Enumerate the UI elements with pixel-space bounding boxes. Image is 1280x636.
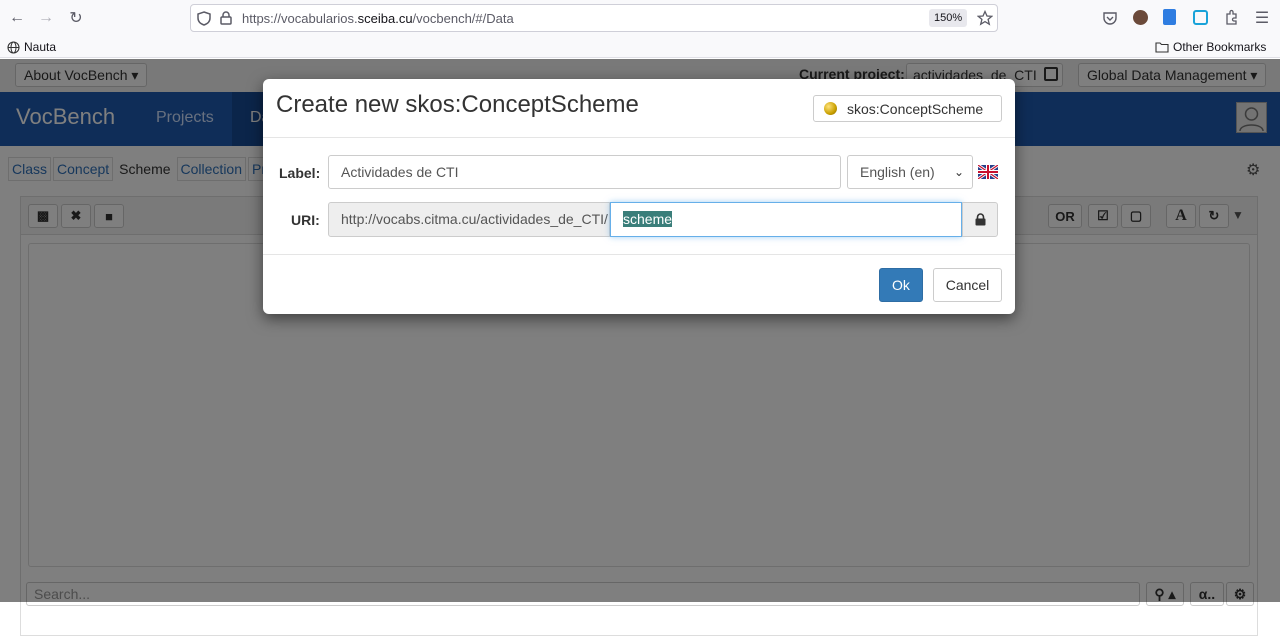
address-bar[interactable]: https://vocabularios.sceiba.cu/vocbench/… xyxy=(190,4,998,32)
bookmark-star-icon[interactable] xyxy=(977,10,993,26)
extensions-puzzle-icon[interactable] xyxy=(1224,9,1240,26)
chevron-down-icon: ⌄ xyxy=(953,165,964,179)
extension-avatar-icon[interactable] xyxy=(1133,10,1148,25)
url-text[interactable]: https://vocabularios.sceiba.cu/vocbench/… xyxy=(242,11,514,26)
folder-icon xyxy=(1155,42,1169,53)
modal-header: Create new skos:ConceptScheme skos:Conce… xyxy=(263,79,1015,138)
uri-local-name-selection: scheme xyxy=(623,211,673,227)
class-type-badge[interactable]: skos:ConceptScheme xyxy=(813,95,1002,122)
language-select[interactable]: English (en) ⌄ xyxy=(847,155,973,189)
lock-icon xyxy=(975,213,985,226)
hamburger-menu-icon[interactable]: ☰ xyxy=(1250,6,1274,30)
forward-arrow-icon[interactable]: → xyxy=(34,6,58,30)
bookmark-label: Other Bookmarks xyxy=(1173,40,1267,54)
class-type-label: skos:ConceptScheme xyxy=(847,100,984,117)
other-bookmarks[interactable]: Other Bookmarks xyxy=(1155,40,1266,54)
bookmark-nauta[interactable]: Nauta xyxy=(7,40,56,54)
class-ball-icon xyxy=(824,102,837,115)
uk-flag-icon xyxy=(978,165,998,179)
create-concept-scheme-modal: Create new skos:ConceptScheme skos:Conce… xyxy=(263,79,1015,314)
label-input[interactable]: Actividades de CTI xyxy=(328,155,841,189)
uri-local-name-input[interactable]: scheme xyxy=(610,202,962,237)
ok-button[interactable]: Ok xyxy=(879,268,923,302)
modal-footer: Ok Cancel xyxy=(263,254,1015,314)
uri-caption: URI: xyxy=(291,212,320,228)
extension-doc-icon[interactable] xyxy=(1163,9,1176,25)
back-arrow-icon[interactable]: ← xyxy=(5,6,29,30)
uri-namespace-field: http://vocabs.citma.cu/actividades_de_CT… xyxy=(328,202,610,237)
uri-lock-button[interactable] xyxy=(962,202,998,237)
bookmarks-bar: Nauta Other Bookmarks xyxy=(0,36,1280,58)
browser-toolbar: ← → ↻ https://vocabularios.sceiba.cu/voc… xyxy=(0,0,1280,36)
bookmark-label: Nauta xyxy=(24,40,57,54)
lock-icon[interactable] xyxy=(220,11,232,25)
pocket-icon[interactable] xyxy=(1102,10,1118,26)
cancel-button[interactable]: Cancel xyxy=(933,268,1002,302)
zoom-level-badge[interactable]: 150% xyxy=(929,9,968,27)
reload-icon[interactable]: ↻ xyxy=(64,6,88,30)
shield-icon[interactable] xyxy=(197,11,211,26)
label-caption: Label: xyxy=(279,165,321,181)
extension-translate-icon[interactable] xyxy=(1193,10,1208,25)
modal-title: Create new skos:ConceptScheme xyxy=(276,91,639,118)
globe-icon xyxy=(7,40,20,54)
